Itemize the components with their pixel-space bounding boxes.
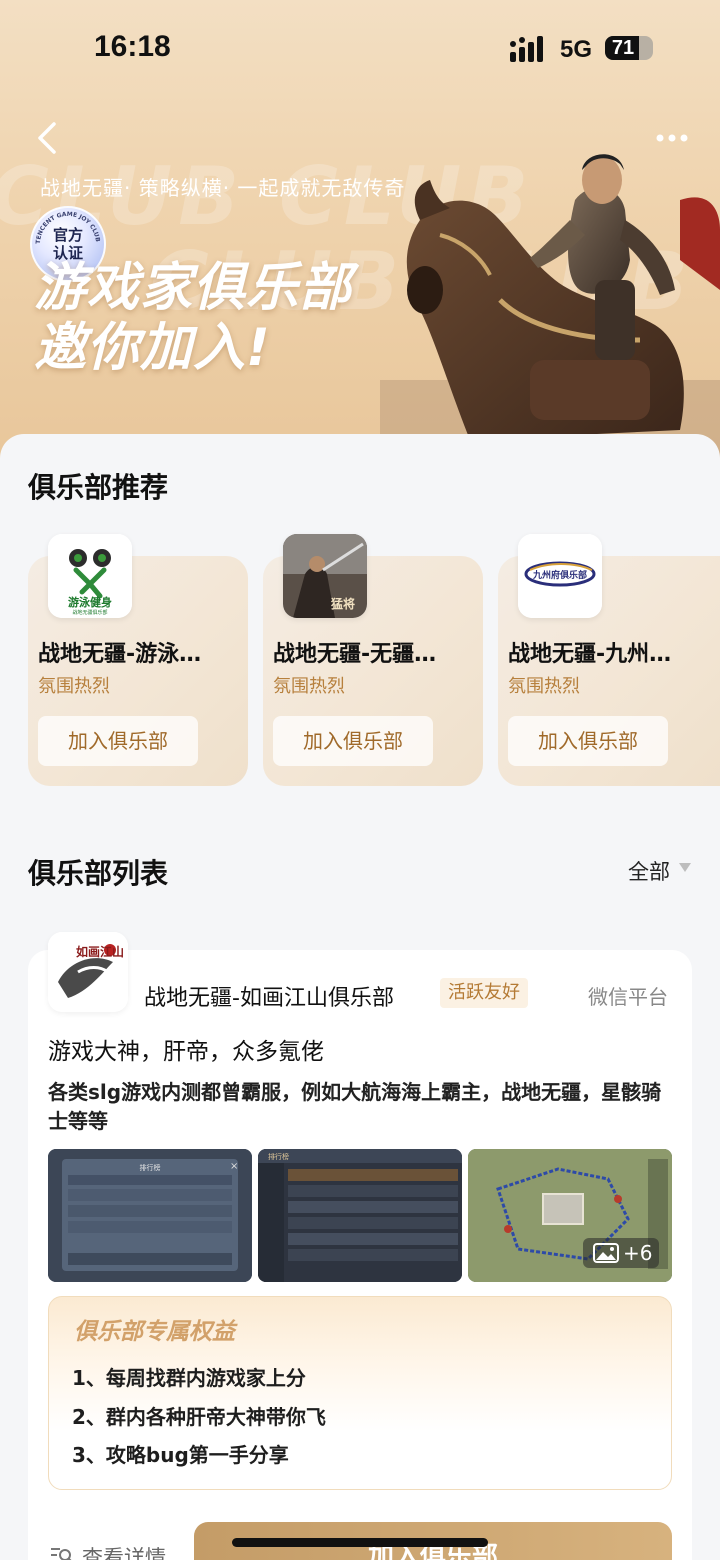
recommend-club-tag: 氛围热烈	[38, 676, 110, 697]
battery-icon: 71	[605, 36, 653, 60]
leaderboard-screenshot-image: 排行榜 ×	[48, 1149, 252, 1282]
club-name: 战地无疆-如画江山俱乐部	[144, 986, 394, 1011]
club-activity-tag: 活跃友好	[440, 978, 528, 1008]
recommend-club-name: 战地无疆-无疆…	[273, 642, 437, 667]
ranking-table-screenshot-image: 排行榜	[258, 1149, 462, 1282]
svg-text:猛将: 猛将	[330, 596, 355, 611]
svg-text:九州府俱乐部: 九州府俱乐部	[532, 569, 587, 581]
hero-banner: CLUB CLUB CLUB CLUB 16:18 5G 71 战地无疆· 策略…	[0, 0, 720, 470]
club-screenshot[interactable]: 排行榜	[258, 1149, 462, 1282]
warrior-on-horse-illustration	[380, 154, 720, 470]
join-club-button[interactable]: 加入俱乐部	[273, 716, 433, 766]
dropdown-arrow-icon[interactable]	[678, 860, 692, 874]
more-images-count: +6	[623, 1241, 653, 1265]
recommend-club-tag: 氛围热烈	[273, 676, 345, 697]
badge-label-line1: 官方	[52, 226, 83, 244]
recommend-club-tag: 氛围热烈	[508, 676, 580, 697]
benefits-title: 俱乐部专属权益	[74, 1319, 235, 1345]
club-screenshot[interactable]: 排行榜 ×	[48, 1149, 252, 1282]
home-indicator	[232, 1538, 488, 1547]
hero-title: 游戏家俱乐部 邀你加入!	[34, 258, 352, 378]
recommend-section-title: 俱乐部推荐	[28, 471, 169, 504]
recommend-club-name: 战地无疆-游泳…	[38, 642, 202, 667]
benefit-item: 1、每周找群内游戏家上分	[72, 1366, 306, 1390]
more-options-icon[interactable]	[652, 128, 692, 148]
hero-tagline: 战地无疆· 策略纵横· 一起成就无敌传奇	[40, 176, 406, 200]
benefit-item: 3、攻略bug第一手分享	[72, 1443, 289, 1467]
svg-text:如画江山: 如画江山	[76, 944, 124, 959]
signal-icon	[510, 36, 543, 62]
svg-text:战地无疆俱乐部: 战地无疆俱乐部	[72, 609, 107, 616]
benefit-item: 2、群内各种肝帝大神带你飞	[72, 1405, 326, 1429]
hero-title-line1: 游戏家俱乐部	[34, 258, 353, 318]
battery-level: 71	[611, 37, 635, 59]
more-images-badge[interactable]: +6	[583, 1238, 659, 1268]
join-club-button[interactable]: 加入俱乐部	[38, 716, 198, 766]
status-time: 16:18	[94, 30, 171, 63]
club-list-title: 俱乐部列表	[28, 857, 169, 890]
recommend-club-name: 战地无疆-九州…	[508, 642, 672, 667]
network-type: 5G	[560, 36, 593, 63]
jiuzhou-club-logo-icon: 九州府俱乐部	[518, 534, 602, 618]
filter-dropdown[interactable]: 全部	[628, 856, 670, 886]
view-details-link[interactable]: 查看详情	[82, 1542, 166, 1560]
back-icon[interactable]	[30, 118, 70, 158]
svg-text:×: ×	[230, 1161, 238, 1172]
image-icon	[593, 1243, 619, 1263]
club-logo: 游泳健身 战地无疆俱乐部	[48, 534, 132, 618]
club-logo: 九州府俱乐部	[518, 534, 602, 618]
hero-title-line2: 邀你加入!	[34, 318, 271, 378]
club-headline: 游戏大神，肝帝，众多氪佬	[48, 1039, 324, 1065]
club-avatar: 如画江山	[48, 932, 128, 1012]
ink-painting-avatar-icon: 如画江山	[48, 932, 128, 1012]
svg-text:排行榜: 排行榜	[268, 1152, 289, 1161]
club-platform: 微信平台	[588, 985, 668, 1009]
status-bar: 16:18 5G 71	[0, 0, 720, 100]
club-description: 各类slg游戏内测都曾霸服，例如大航海海上霸主，战地无疆，星骸骑士等等	[48, 1080, 662, 1133]
swimming-club-logo-icon: 游泳健身 战地无疆俱乐部	[48, 534, 132, 618]
club-logo: 猛将	[283, 534, 367, 618]
join-club-button[interactable]: 加入俱乐部	[508, 716, 668, 766]
warrior-club-logo-icon: 猛将	[283, 534, 367, 618]
svg-text:游泳健身: 游泳健身	[68, 595, 112, 609]
svg-text:排行榜: 排行榜	[140, 1163, 161, 1172]
search-list-icon[interactable]	[50, 1546, 74, 1560]
